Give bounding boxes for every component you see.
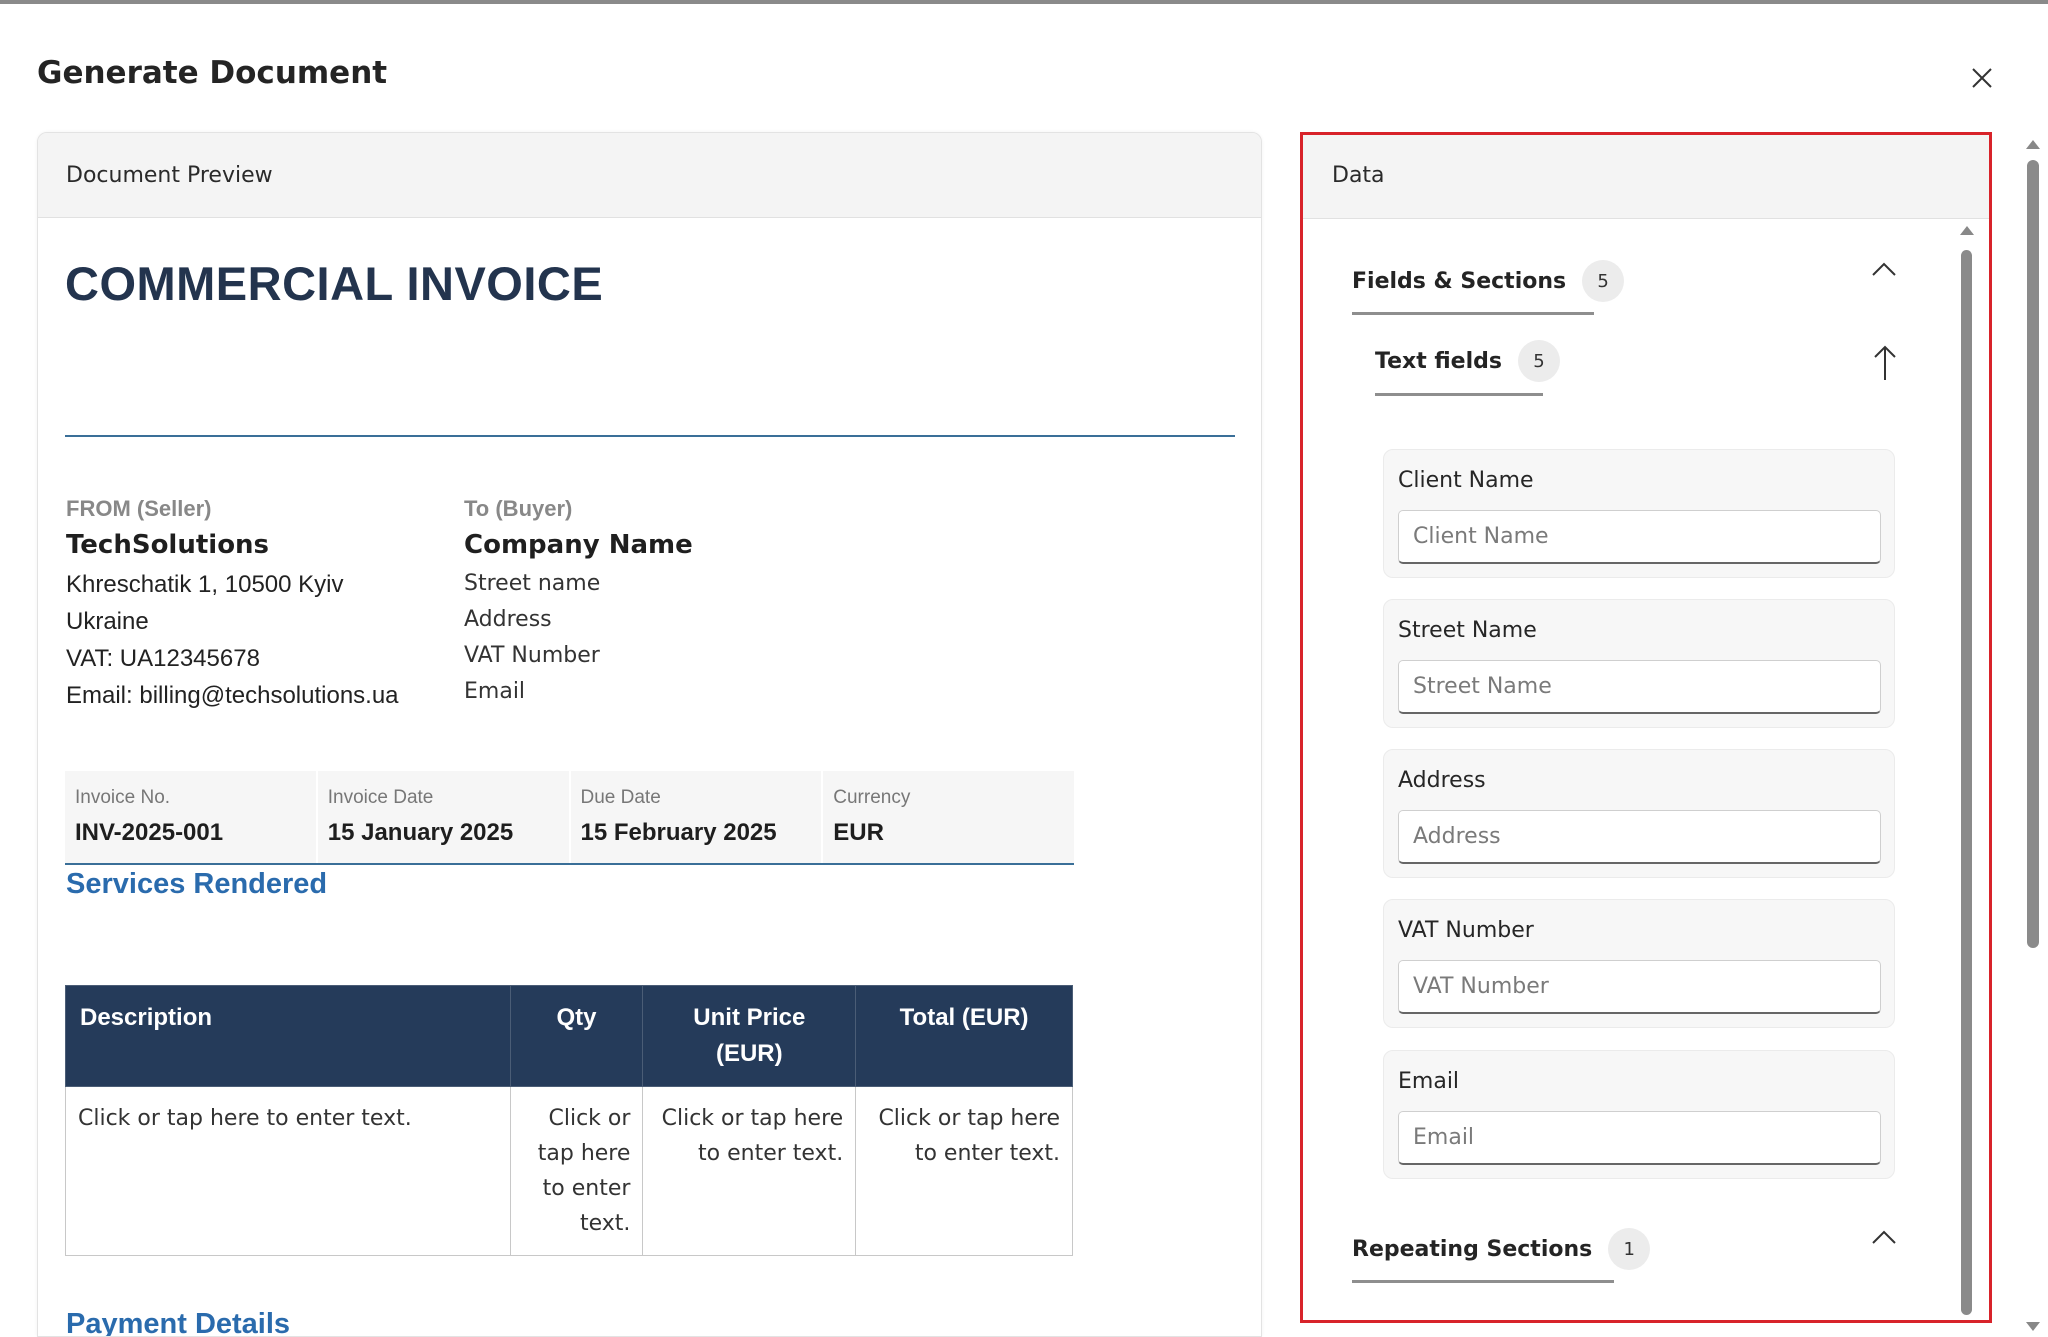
buyer-email[interactable]: Email: [464, 674, 693, 710]
buyer-address[interactable]: Address: [464, 602, 693, 638]
meta-due-date: Due Date 15 February 2025: [570, 771, 822, 863]
field-label: Address: [1398, 768, 1486, 793]
meta-value: EUR: [833, 819, 884, 846]
col-qty: Qty: [509, 985, 644, 1087]
col-unit-price: Unit Price (EUR): [642, 985, 857, 1087]
meta-value: 15 January 2025: [327, 819, 514, 846]
field-label: Street Name: [1398, 618, 1537, 643]
seller-email: Email: billing@techsolutions.ua: [66, 682, 399, 709]
data-panel: Data Fields & Sections 5 Text fields 5 C…: [1302, 132, 1990, 1337]
buyer-block: To (Buyer) Company Name Street name Addr…: [464, 496, 693, 710]
document-preview-panel: Document Preview COMMERCIAL INVOICE FROM…: [37, 132, 1262, 1337]
data-panel-header: Data: [1302, 132, 1990, 219]
field-card-vat-number: VAT Number: [1383, 899, 1895, 1028]
services-heading: Services Rendered: [66, 868, 328, 900]
meta-invoice-no: Invoice No. INV-2025-001: [65, 771, 316, 863]
invoice-title: COMMERCIAL INVOICE: [65, 257, 604, 310]
services-table: Description Qty Unit Price (EUR) Total (…: [65, 985, 1073, 1256]
close-button[interactable]: [1960, 56, 2004, 100]
payment-heading: Payment Details: [66, 1308, 291, 1337]
document-body[interactable]: COMMERCIAL INVOICE FROM (Seller) TechSol…: [38, 218, 1261, 1337]
buyer-name[interactable]: Company Name: [464, 530, 693, 560]
repeating-sections-accordion[interactable]: Repeating Sections 1: [1352, 1228, 1651, 1270]
meta-value: INV-2025-001: [75, 819, 224, 846]
address-input[interactable]: [1398, 810, 1881, 864]
total-content-control[interactable]: Click or tap here to enter text.: [855, 1086, 1073, 1256]
field-label: Email: [1398, 1069, 1460, 1094]
col-total: Total (EUR): [855, 985, 1073, 1087]
meta-key: Due Date: [580, 787, 661, 808]
text-fields-accordion[interactable]: Text fields 5: [1375, 340, 1560, 382]
meta-invoice-date: Invoice Date 15 January 2025: [317, 771, 569, 863]
repeating-sections-underline: [1352, 1280, 1614, 1283]
table-row: Click or tap here to enter text. Click o…: [65, 1086, 1073, 1256]
vat-number-input[interactable]: [1398, 960, 1881, 1014]
buyer-street[interactable]: Street name: [464, 566, 693, 602]
client-name-input[interactable]: [1398, 510, 1881, 564]
seller-vat: VAT: UA12345678: [66, 645, 260, 672]
meta-key: Invoice No.: [75, 787, 171, 808]
title-divider: [65, 435, 1235, 437]
field-label: VAT Number: [1398, 918, 1534, 943]
text-fields-underline: [1375, 393, 1543, 396]
buyer-label: To (Buyer): [464, 496, 573, 521]
meta-value: 15 February 2025: [580, 819, 777, 846]
col-description: Description: [65, 985, 511, 1087]
arrow-up-icon[interactable]: [1872, 344, 1898, 382]
email-input[interactable]: [1398, 1111, 1881, 1165]
seller-country: Ukraine: [66, 608, 149, 635]
repeating-sections-count-badge: 1: [1608, 1228, 1651, 1270]
seller-block: FROM (Seller) TechSolutions Khreschatik …: [66, 496, 399, 714]
meta-key: Currency: [833, 787, 911, 808]
table-header-row: Description Qty Unit Price (EUR) Total (…: [65, 985, 1073, 1087]
street-name-input[interactable]: [1398, 660, 1881, 714]
data-panel-scrollbar-thumb[interactable]: [1961, 250, 1972, 1315]
outer-scroll-down-arrow[interactable]: [2026, 1322, 2040, 1331]
outer-scroll-up-arrow[interactable]: [2026, 140, 2040, 149]
outer-scrollbar-thumb[interactable]: [2027, 160, 2039, 948]
meta-currency: Currency EUR: [823, 771, 1074, 863]
seller-name: TechSolutions: [66, 530, 270, 560]
scroll-up-arrow[interactable]: [1960, 226, 1974, 235]
buyer-vat[interactable]: VAT Number: [464, 638, 693, 674]
dialog-title: Generate Document: [37, 55, 388, 91]
field-card-street-name: Street Name: [1383, 599, 1895, 728]
seller-label: FROM (Seller): [66, 496, 212, 521]
text-fields-label: Text fields: [1375, 348, 1502, 374]
text-fields-count-badge: 5: [1517, 340, 1560, 382]
invoice-meta-row: Invoice No. INV-2025-001 Invoice Date 15…: [65, 771, 1074, 865]
fields-sections-accordion[interactable]: Fields & Sections 5: [1352, 260, 1625, 302]
field-card-client-name: Client Name: [1383, 449, 1895, 578]
window-top-border: [0, 0, 2048, 4]
field-label: Client Name: [1398, 468, 1534, 493]
chevron-up-icon[interactable]: [1870, 260, 1898, 280]
qty-content-control[interactable]: Click or tap here to enter text.: [509, 1086, 644, 1256]
field-card-address: Address: [1383, 749, 1895, 878]
fields-sections-underline: [1352, 312, 1594, 315]
repeating-sections-label: Repeating Sections: [1352, 1236, 1593, 1262]
seller-address: Khreschatik 1, 10500 Kyiv: [66, 571, 344, 598]
fields-sections-label: Fields & Sections: [1352, 268, 1567, 294]
field-card-email: Email: [1383, 1050, 1895, 1179]
meta-key: Invoice Date: [327, 787, 434, 808]
document-preview-header: Document Preview: [38, 133, 1261, 218]
chevron-up-icon[interactable]: [1870, 1228, 1898, 1248]
close-icon: [1972, 68, 1992, 88]
description-content-control[interactable]: Click or tap here to enter text.: [65, 1086, 511, 1256]
unit-price-content-control[interactable]: Click or tap here to enter text.: [642, 1086, 857, 1256]
fields-sections-count-badge: 5: [1582, 260, 1625, 302]
